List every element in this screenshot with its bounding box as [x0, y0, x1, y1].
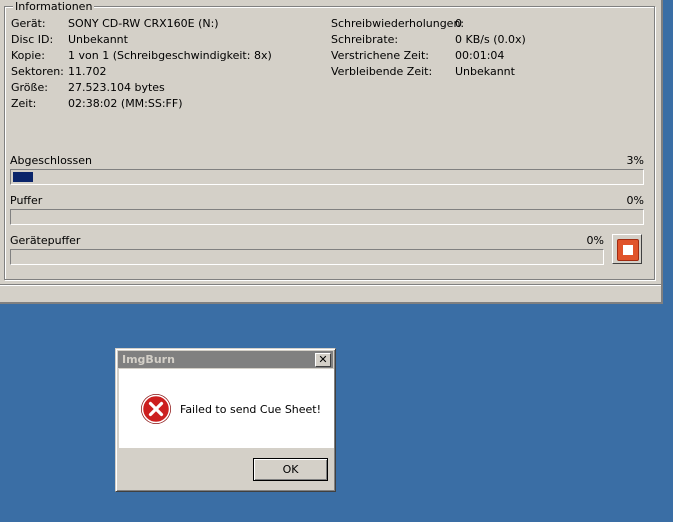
error-dialog: ImgBurn ✕ Failed to send Cue Sheet! OK	[115, 348, 336, 492]
device-label: Gerät:	[11, 17, 46, 30]
sectors-value: 11.702	[68, 65, 107, 78]
copy-label: Kopie:	[11, 49, 45, 62]
info-legend: Informationen	[13, 0, 95, 13]
time-value: 02:38:02 (MM:SS:FF)	[68, 97, 183, 110]
completed-label: Abgeschlossen	[10, 154, 92, 167]
buffer-progress-bar	[10, 209, 644, 225]
dialog-close-button[interactable]: ✕	[315, 353, 331, 367]
stop-button[interactable]	[612, 234, 642, 264]
elapsed-time-value: 00:01:04	[455, 49, 505, 62]
remaining-time-value: Unbekannt	[455, 65, 515, 78]
buffer-percent: 0%	[626, 194, 644, 207]
buffer-label: Puffer	[10, 194, 43, 207]
dialog-titlebar[interactable]: ImgBurn ✕	[118, 351, 333, 368]
write-retries-label: Schreibwiederholungen:	[331, 17, 465, 30]
device-buffer-label: Gerätepuffer	[10, 234, 81, 247]
stop-icon	[617, 239, 639, 261]
close-icon: ✕	[318, 353, 328, 366]
write-retries-value: 0	[455, 17, 462, 30]
sectors-label: Sektoren:	[11, 65, 64, 78]
ok-button[interactable]: OK	[253, 458, 328, 481]
disc-id-label: Disc ID:	[11, 33, 54, 46]
completed-percent: 3%	[626, 154, 644, 167]
dialog-title: ImgBurn	[122, 353, 175, 366]
dialog-message: Failed to send Cue Sheet!	[180, 403, 322, 416]
copy-value: 1 von 1 (Schreibgeschwindigkeit: 8x)	[68, 49, 272, 62]
device-value: SONY CD-RW CRX160E (N:)	[68, 17, 219, 30]
disc-id-value: Unbekannt	[68, 33, 128, 46]
imgburn-main-window: Informationen Gerät: SONY CD-RW CRX160E …	[0, 0, 663, 304]
write-rate-label: Schreibrate:	[331, 33, 399, 46]
dialog-body: Failed to send Cue Sheet!	[119, 369, 334, 448]
error-icon	[141, 394, 171, 424]
completed-progress-fill	[13, 172, 33, 182]
device-buffer-percent: 0%	[586, 234, 604, 247]
remaining-time-label: Verbleibende Zeit:	[331, 65, 433, 78]
completed-progress-bar	[10, 169, 644, 185]
info-group: Informationen	[4, 0, 655, 280]
elapsed-time-label: Verstrichene Zeit:	[331, 49, 429, 62]
write-rate-value: 0 KB/s (0.0x)	[455, 33, 526, 46]
time-label: Zeit:	[11, 97, 37, 110]
size-label: Größe:	[11, 81, 48, 94]
device-buffer-progress-bar	[10, 249, 604, 265]
size-value: 27.523.104 bytes	[68, 81, 165, 94]
